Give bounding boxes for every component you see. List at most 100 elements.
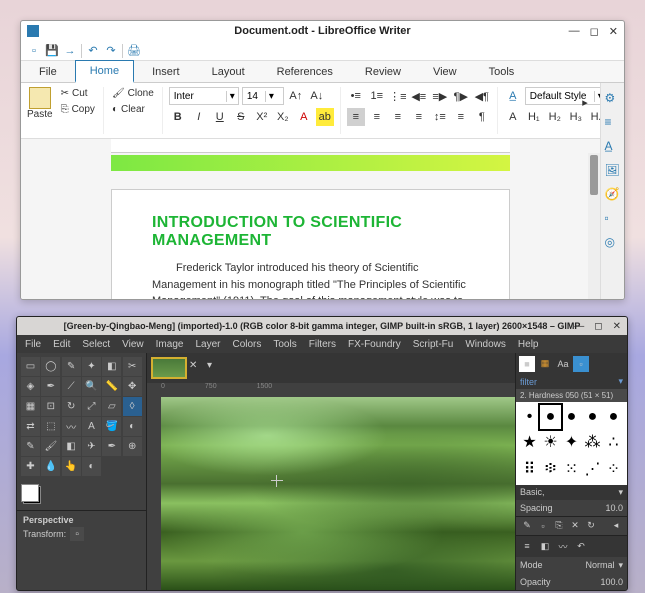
font-size-input[interactable] bbox=[243, 91, 265, 102]
tab-insert[interactable]: Insert bbox=[138, 62, 194, 82]
horizontal-ruler[interactable] bbox=[111, 139, 510, 153]
fonts-tab-icon[interactable]: Aa bbox=[555, 356, 571, 372]
refresh-brush-icon[interactable]: ↻ bbox=[584, 519, 598, 533]
spacing-slider[interactable]: Spacing 10.0 bbox=[516, 500, 627, 516]
chevron-down-icon[interactable]: ▾ bbox=[618, 487, 623, 498]
print-icon[interactable]: 🖨 bbox=[127, 44, 141, 58]
chevron-down-icon[interactable]: ▾ bbox=[265, 91, 277, 102]
color-swatches[interactable] bbox=[17, 480, 146, 510]
brush-item-selected[interactable]: ● bbox=[540, 405, 561, 429]
paste-button[interactable]: Paste bbox=[27, 87, 53, 134]
close-button[interactable]: ✕ bbox=[613, 321, 621, 332]
grow-font-icon[interactable]: A↑ bbox=[287, 87, 305, 105]
highlight-button[interactable]: ab bbox=[316, 108, 334, 126]
justify-icon[interactable]: ≡ bbox=[410, 108, 428, 126]
writer-titlebar[interactable]: Document.odt - LibreOffice Writer — ◻ ✕ bbox=[21, 21, 624, 41]
menu-filters[interactable]: Filters bbox=[309, 339, 336, 350]
doc-heading[interactable]: INTRODUCTION TO SCIENTIFIC MANAGEMENT bbox=[152, 214, 469, 250]
channels-tab-icon[interactable]: ◧ bbox=[537, 538, 553, 554]
outline-icon[interactable]: ⋮≡ bbox=[389, 87, 407, 105]
tab-menu-icon[interactable]: ▾ bbox=[207, 360, 223, 376]
decrease-indent-icon[interactable]: ◀≡ bbox=[410, 87, 428, 105]
undo-icon[interactable]: ↶ bbox=[86, 44, 100, 58]
shear-tool[interactable]: ▱ bbox=[102, 397, 121, 416]
dodge-tool[interactable]: ◐ bbox=[82, 457, 101, 476]
menu-fxfoundry[interactable]: FX-Foundry bbox=[348, 339, 401, 350]
brush-preset-select[interactable]: Basic,▾ bbox=[516, 485, 627, 500]
free-select-tool[interactable]: ✎ bbox=[62, 357, 81, 376]
underline-button[interactable]: U bbox=[211, 108, 229, 126]
opacity-slider[interactable]: Opacity 100.0 bbox=[516, 574, 627, 590]
tab-layout[interactable]: Layout bbox=[198, 62, 259, 82]
layers-tab-icon[interactable]: ≡ bbox=[519, 538, 535, 554]
tab-review[interactable]: Review bbox=[351, 62, 415, 82]
font-color-button[interactable]: A bbox=[295, 108, 313, 126]
edit-brush-icon[interactable]: ✎ bbox=[520, 519, 534, 533]
brush-item[interactable]: ☀ bbox=[540, 429, 561, 455]
menu-layer[interactable]: Layer bbox=[195, 339, 220, 350]
gear-icon[interactable]: ⚙ bbox=[605, 91, 621, 107]
brush-item[interactable]: ፨ bbox=[540, 456, 561, 482]
brush-item[interactable]: ⠿ bbox=[519, 456, 540, 482]
ribbon-overflow-icon[interactable]: ▸ bbox=[576, 93, 594, 111]
document-page[interactable]: INTRODUCTION TO SCIENTIFIC MANAGEMENT Fr… bbox=[111, 189, 510, 299]
fuzzy-select-tool[interactable]: ✦ bbox=[82, 357, 101, 376]
maximize-button[interactable]: ◻ bbox=[594, 321, 602, 332]
brush-item[interactable]: ∴ bbox=[603, 429, 624, 455]
bold-button[interactable]: B bbox=[169, 108, 187, 126]
increase-indent-icon[interactable]: ≡▶ bbox=[431, 87, 449, 105]
heal-tool[interactable]: ✚ bbox=[21, 457, 40, 476]
eraser-tool[interactable]: ◧ bbox=[62, 437, 81, 456]
doc-paragraph[interactable]: Frederick Taylor introduced his theory o… bbox=[152, 260, 469, 299]
flip-tool[interactable]: ⇄ bbox=[21, 417, 40, 436]
menu-scriptfu[interactable]: Script-Fu bbox=[413, 339, 454, 350]
font-name-select[interactable]: ▾ bbox=[169, 87, 239, 105]
horizontal-ruler[interactable]: 0 750 1500 bbox=[147, 383, 515, 397]
arrow-icon[interactable]: → bbox=[63, 44, 77, 58]
properties-icon[interactable]: ≡ bbox=[605, 115, 621, 131]
font-name-input[interactable] bbox=[170, 91, 226, 102]
brush-item[interactable]: ⁘ bbox=[603, 456, 624, 482]
brush-menu-icon[interactable]: ◂ bbox=[609, 519, 623, 533]
align-tool[interactable]: ▦ bbox=[21, 397, 40, 416]
scissors-tool[interactable]: ✂ bbox=[123, 357, 142, 376]
canvas[interactable] bbox=[161, 397, 515, 590]
warp-tool[interactable]: 〰 bbox=[62, 417, 81, 436]
close-button[interactable]: ✕ bbox=[609, 25, 618, 38]
brush-item[interactable]: • bbox=[519, 405, 540, 429]
brush-filter[interactable]: filter ▾ bbox=[516, 374, 627, 389]
menu-help[interactable]: Help bbox=[518, 339, 539, 350]
tab-home[interactable]: Home bbox=[75, 60, 134, 83]
vertical-ruler[interactable] bbox=[147, 397, 161, 590]
copy-button[interactable]: ⎘Copy bbox=[59, 103, 97, 116]
inspector-icon[interactable]: ◎ bbox=[605, 235, 621, 251]
pilcrow-icon[interactable]: ¶ bbox=[473, 108, 491, 126]
chevron-down-icon[interactable]: ▾ bbox=[618, 376, 623, 387]
tab-file[interactable]: File bbox=[25, 62, 71, 82]
scale-tool[interactable]: ⤢ bbox=[82, 397, 101, 416]
line-spacing-icon[interactable]: ↕≡ bbox=[431, 108, 449, 126]
vertical-scrollbar[interactable] bbox=[588, 153, 600, 299]
ink-tool[interactable]: ✒ bbox=[102, 437, 121, 456]
scroll-thumb[interactable] bbox=[590, 155, 598, 195]
align-center-icon[interactable]: ≡ bbox=[368, 108, 386, 126]
brush-item[interactable]: ⋰ bbox=[582, 456, 603, 482]
styles-icon[interactable]: A̲ bbox=[504, 87, 522, 105]
gradient-tool[interactable]: ◐ bbox=[123, 417, 142, 436]
pencil-tool[interactable]: ✎ bbox=[21, 437, 40, 456]
brush-item[interactable]: ● bbox=[603, 405, 624, 429]
menu-image[interactable]: Image bbox=[156, 339, 184, 350]
styles-panel-icon[interactable]: A̲ bbox=[605, 139, 621, 155]
rtl-icon[interactable]: ◀¶ bbox=[473, 87, 491, 105]
move-tool[interactable]: ✥ bbox=[123, 377, 142, 396]
brush-item[interactable]: ⁂ bbox=[582, 429, 603, 455]
transform-layer-icon[interactable]: ▫ bbox=[70, 527, 84, 541]
h2-button[interactable]: H₂ bbox=[546, 108, 564, 126]
perspective-tool[interactable]: ◊ bbox=[123, 397, 142, 416]
gallery-icon[interactable]: 🖼 bbox=[605, 163, 621, 179]
save-icon[interactable]: 💾 bbox=[45, 44, 59, 58]
superscript-button[interactable]: X² bbox=[253, 108, 271, 126]
font-size-select[interactable]: ▾ bbox=[242, 87, 284, 105]
smudge-tool[interactable]: 👆 bbox=[62, 457, 81, 476]
brush-item[interactable]: ✦ bbox=[561, 429, 582, 455]
